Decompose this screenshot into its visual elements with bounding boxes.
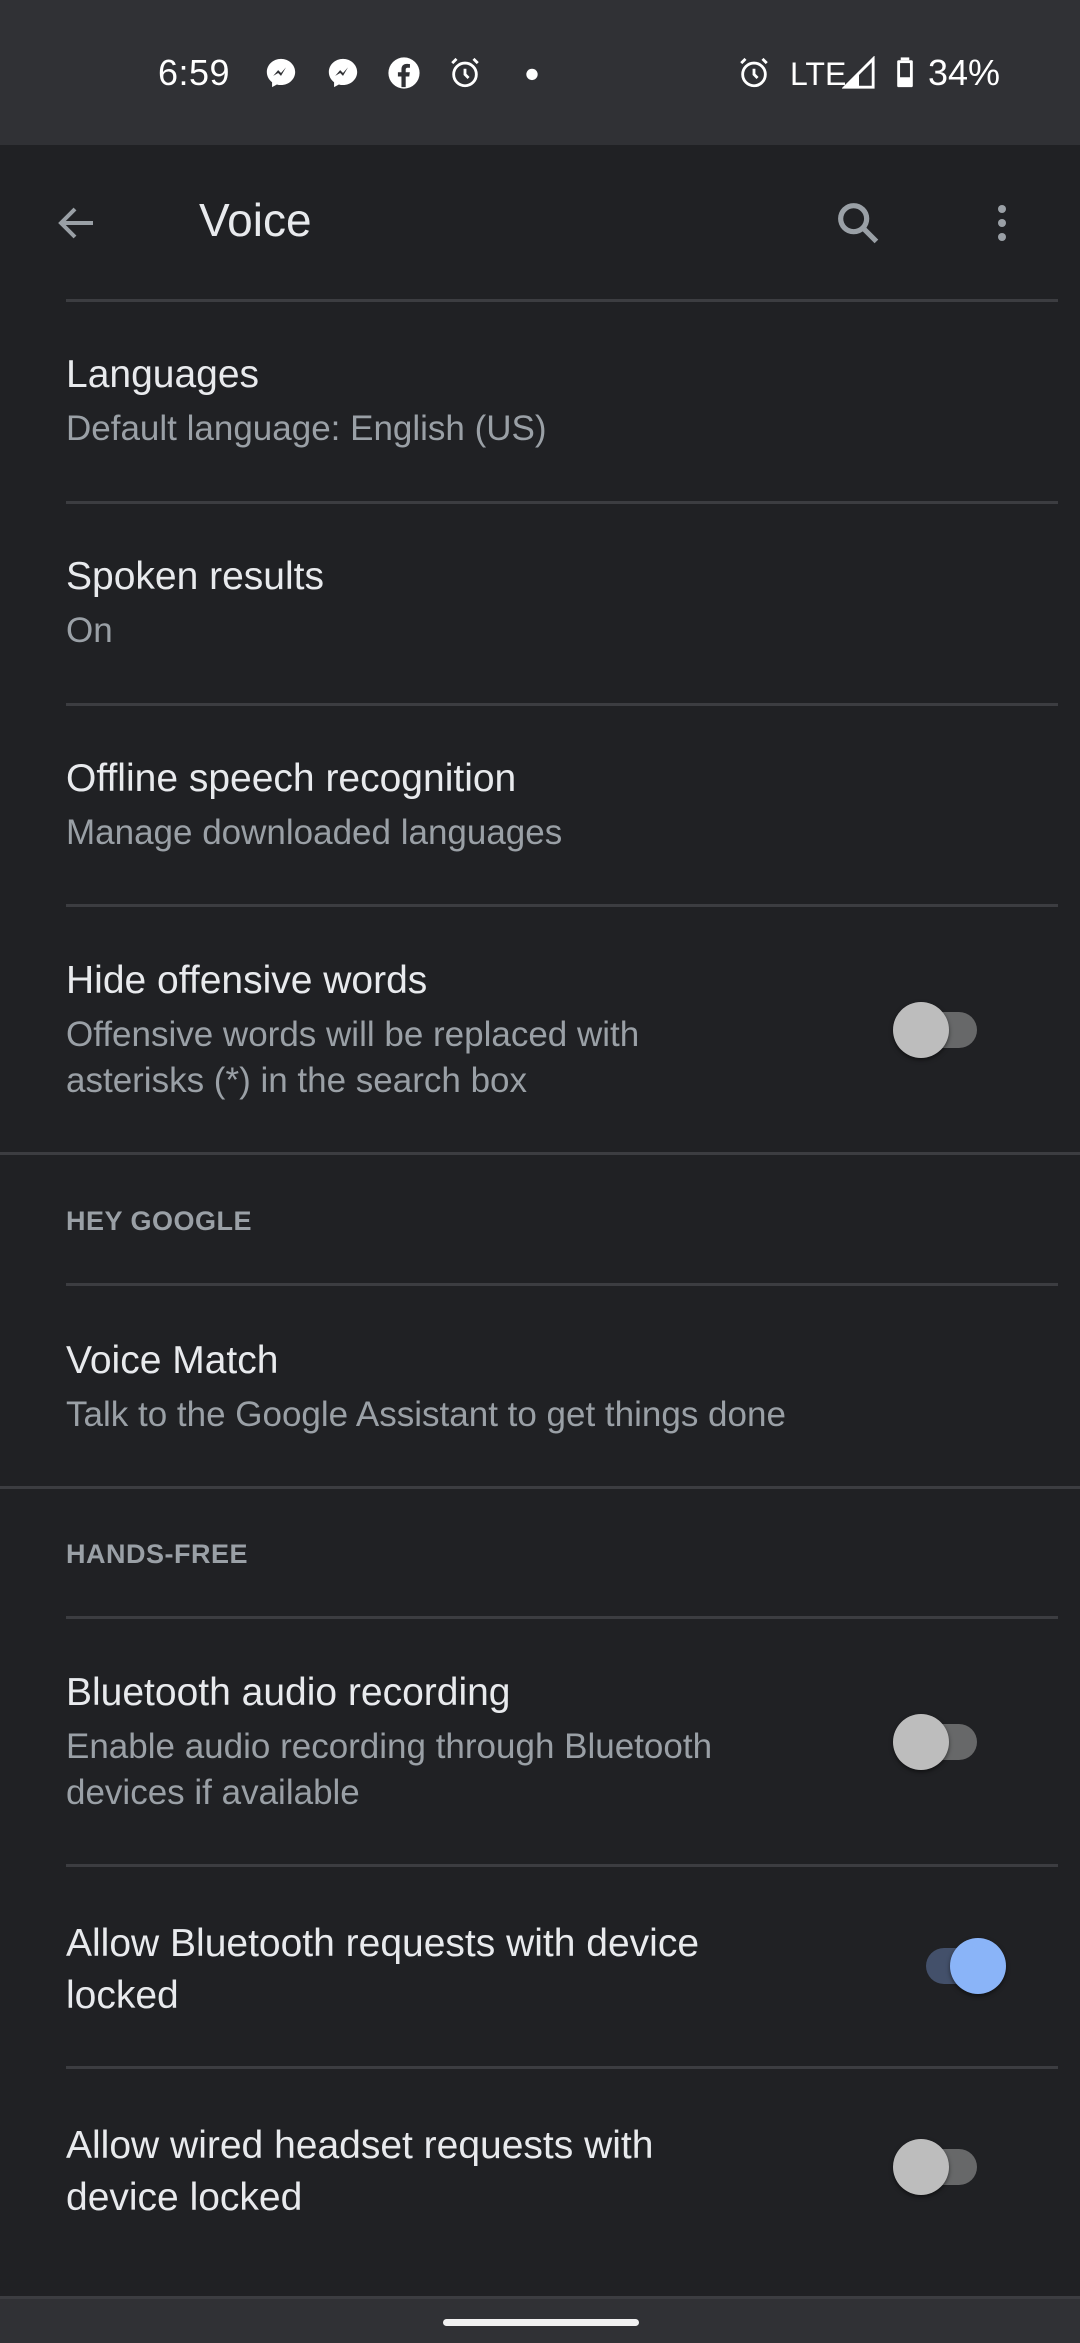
app-bar: Voice [0, 145, 1080, 300]
section-divider [0, 1152, 1080, 1155]
status-time: 6:59 [158, 52, 231, 93]
divider [66, 904, 1058, 907]
setting-title: Languages [66, 353, 260, 396]
toggle-thumb [893, 1714, 949, 1770]
bluetooth-audio-recording-toggle[interactable] [893, 1712, 985, 1772]
back-button[interactable] [37, 183, 117, 263]
home-gesture-handle[interactable] [443, 2319, 639, 2326]
divider [66, 299, 1058, 302]
subtitle-line: devices if available [66, 1773, 360, 1812]
divider [66, 1864, 1058, 1867]
divider [66, 1283, 1058, 1286]
hide-offensive-words-toggle[interactable] [893, 1000, 985, 1060]
setting-title: Bluetooth audio recording [66, 1671, 511, 1714]
setting-title: Voice Match [66, 1339, 279, 1382]
dot-icon [526, 68, 538, 81]
divider [66, 1616, 1058, 1619]
page-title: Voice [199, 194, 312, 246]
setting-voice-match[interactable]: Voice Match Talk to the Google Assistant… [66, 1338, 1080, 1438]
setting-title: Offline speech recognition [66, 757, 517, 800]
wired-headset-locked-toggle[interactable] [893, 2137, 985, 2197]
more-options-button[interactable] [962, 183, 1042, 263]
battery-percent: 34% [928, 52, 1001, 93]
setting-languages[interactable]: Languages Default language: English (US) [66, 352, 1080, 452]
setting-title: Hide offensive words [66, 959, 428, 1002]
divider [66, 2066, 1058, 2069]
search-button[interactable] [818, 183, 898, 263]
facebook-icon [388, 57, 420, 89]
search-icon [838, 203, 879, 244]
setting-offline-speech[interactable]: Offline speech recognition Manage downlo… [66, 756, 1080, 856]
setting-subtitle: On [66, 611, 113, 650]
battery-icon [897, 57, 913, 88]
alarm-icon [740, 57, 768, 88]
toggle-thumb [893, 2139, 949, 2195]
signal-icon [842, 56, 875, 89]
messenger-icon [266, 58, 296, 88]
messenger-icon [328, 58, 358, 88]
setting-subtitle: Manage downloaded languages [66, 813, 563, 852]
arrow-back-icon [58, 207, 93, 239]
section-divider [0, 1486, 1080, 1489]
toggle-thumb [950, 1938, 1006, 1994]
divider [66, 703, 1058, 706]
bluetooth-requests-locked-toggle[interactable] [914, 1936, 1006, 1996]
toggle-thumb [893, 1002, 949, 1058]
section-header-hands-free: HANDS-FREE [66, 1539, 249, 1569]
section-header-hey-google: HEY GOOGLE [66, 1206, 253, 1236]
more-vert-icon [998, 205, 1006, 241]
setting-subtitle: Talk to the Google Assistant to get thin… [66, 1395, 786, 1434]
divider [66, 501, 1058, 504]
setting-subtitle: Default language: English (US) [66, 409, 547, 448]
alarm-icon [451, 57, 479, 88]
network-type: LTE [790, 56, 847, 92]
subtitle-line: asterisks (*) in the search box [66, 1061, 528, 1100]
setting-spoken-results[interactable]: Spoken results On [66, 554, 1080, 654]
setting-title: Spoken results [66, 555, 324, 598]
system-nav-bar [0, 2296, 1080, 2343]
status-bar: 6:59 LTE 34% [0, 0, 1080, 145]
